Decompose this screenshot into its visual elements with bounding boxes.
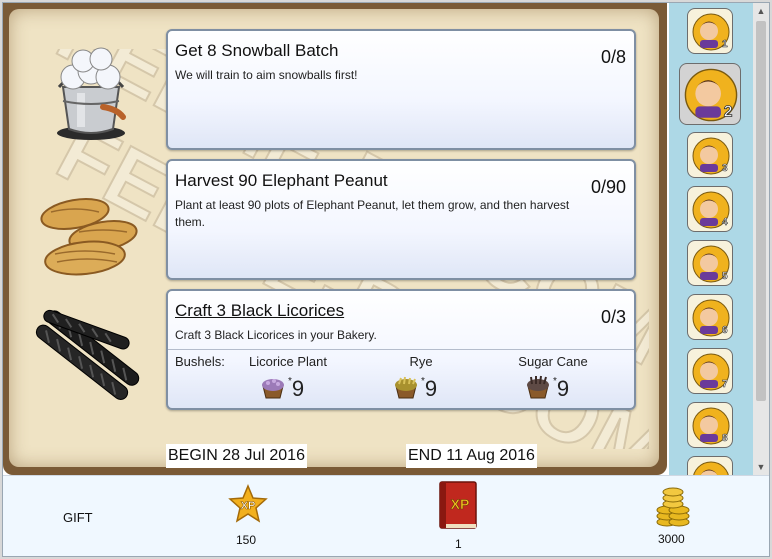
neighbor-tab-4[interactable]: 4 (687, 186, 733, 232)
quest-progress: 0/3 (600, 307, 626, 327)
quest-title: Get 8 Snowball Batch (175, 41, 339, 60)
svg-text:XP: XP (241, 500, 256, 512)
gift-label: GIFT (63, 510, 93, 525)
quest-progress: 0/90 (590, 177, 626, 197)
xp-star-icon: XP (228, 484, 268, 523)
black-licorice-icon (35, 309, 140, 400)
farmer-avatar-icon: 3 (692, 137, 730, 175)
bushel-name: Sugar Cane (518, 354, 588, 369)
neighbor-tab-2[interactable]: 2 (679, 63, 741, 125)
svg-text:XP: XP (451, 496, 470, 512)
quest-title-link[interactable]: Craft 3 Black Licorices (175, 301, 344, 321)
farmer-avatar-icon: 5 (692, 245, 730, 283)
vertical-scrollbar[interactable]: ▲ ▼ (753, 3, 769, 475)
bushel-item: Licorice Plant *9 (238, 354, 338, 401)
elephant-peanut-icon (40, 198, 138, 276)
quest-card[interactable]: Get 8 Snowball Batch 0/8 We will train t… (166, 29, 636, 150)
quest-description: Craft 3 Black Licorices in your Bakery. (175, 328, 377, 342)
scroll-up-arrow-icon[interactable]: ▲ (753, 3, 769, 19)
farmer-avatar-icon: 4 (692, 191, 730, 229)
quest-title: Harvest 90 Elephant Peanut (175, 171, 388, 190)
svg-text:7: 7 (722, 379, 728, 390)
neighbor-tab-5[interactable]: 5 (687, 240, 733, 286)
svg-text:4: 4 (722, 217, 728, 228)
xp-book-value: 1 (455, 537, 462, 551)
xp-book-icon: XP (439, 481, 477, 529)
scroll-thumb[interactable] (756, 21, 766, 401)
quest-card[interactable]: Harvest 90 Elephant Peanut 0/90 Plant at… (166, 159, 636, 280)
xp-star-value: 150 (236, 533, 257, 547)
svg-text:1: 1 (722, 39, 728, 50)
quest-description: We will train to aim snowballs first! (175, 68, 358, 82)
end-date: END 11 Aug 2016 (406, 444, 537, 468)
svg-text:6: 6 (722, 325, 728, 336)
quest-card[interactable]: Craft 3 Black Licorices 0/3 Craft 3 Blac… (166, 289, 636, 410)
neighbor-tab-3[interactable]: 3 (687, 132, 733, 178)
bushel-name: Rye (409, 354, 433, 369)
bushel-quantity: 9 (556, 376, 570, 401)
bushel-quantity: 9 (424, 376, 438, 401)
svg-text:8: 8 (722, 433, 728, 444)
svg-text:5: 5 (722, 271, 728, 282)
farmer-avatar-icon: 2 (684, 68, 738, 122)
bushel-item: Rye *9 (371, 354, 471, 401)
bushel-name: Licorice Plant (248, 354, 328, 369)
farmer-avatar-icon: 6 (692, 299, 730, 337)
rewards-bar: GIFT XP 150 XP 1 3000 (3, 475, 769, 556)
farmer-avatar-icon: 8 (692, 407, 730, 445)
snowball-bucket-icon (57, 47, 126, 140)
bushel-quantity: 9 (291, 376, 305, 401)
coins-stack-icon (656, 487, 690, 527)
bushels-row: Bushels: Licorice Plant *9 Rye *9 Sugar … (168, 349, 634, 410)
farmer-avatar-icon: 1 (692, 13, 730, 51)
sugar-cane-basket-icon (527, 375, 549, 399)
begin-date: BEGIN 28 Jul 2016 (166, 444, 307, 468)
quest-description: Plant at least 90 plots of Elephant Pean… (175, 198, 570, 229)
rye-basket-icon (395, 376, 417, 399)
neighbor-tab-7[interactable]: 7 (687, 348, 733, 394)
farmer-avatar-icon: 7 (692, 353, 730, 391)
coins-value: 3000 (658, 532, 685, 546)
bushel-item: Sugar Cane *9 (503, 354, 603, 401)
bushels-label: Bushels: (175, 354, 225, 369)
licorice-plant-basket-icon (262, 379, 284, 399)
neighbor-tab-1[interactable]: 1 (687, 8, 733, 54)
svg-text:3: 3 (722, 163, 728, 174)
scroll-down-arrow-icon[interactable]: ▼ (753, 459, 769, 475)
neighbor-tab-8[interactable]: 8 (687, 402, 733, 448)
quest-progress: 0/8 (600, 47, 626, 67)
neighbor-tab-6[interactable]: 6 (687, 294, 733, 340)
quest-window: FELME-BG.COM FELME-BG.COM (2, 2, 770, 557)
svg-text:2: 2 (724, 103, 733, 120)
